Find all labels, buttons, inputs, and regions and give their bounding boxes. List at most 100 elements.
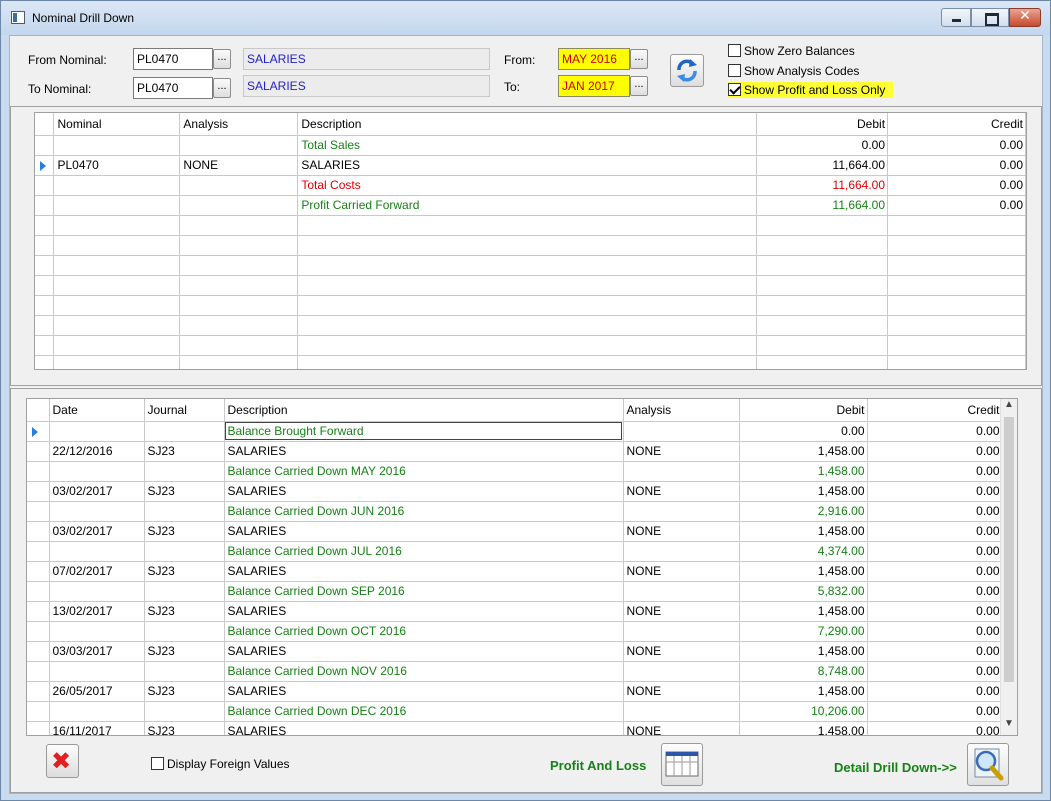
debit-cell[interactable]: 1,458.00 bbox=[739, 561, 868, 582]
column-header-debit[interactable]: Debit bbox=[739, 399, 868, 422]
description-cell[interactable]: SALARIES bbox=[224, 521, 624, 542]
summary-empty-row[interactable] bbox=[35, 355, 1026, 369]
show-pl-only-checkbox[interactable]: Show Profit and Loss Only bbox=[728, 82, 894, 99]
empty-cell[interactable] bbox=[297, 335, 758, 356]
analysis-cell[interactable]: NONE bbox=[623, 601, 740, 622]
detail-row[interactable]: Balance Carried Down OCT 2016 7,290.00 0.0… bbox=[27, 621, 1003, 642]
row-indicator[interactable] bbox=[27, 681, 50, 702]
column-header-journal[interactable]: Journal bbox=[144, 399, 225, 422]
description-cell[interactable]: SALARIES bbox=[224, 721, 624, 735]
empty-cell[interactable] bbox=[297, 215, 758, 236]
nominal-cell[interactable]: PL0470 bbox=[53, 155, 181, 176]
empty-cell[interactable] bbox=[35, 335, 55, 356]
detail-grid[interactable]: Date Journal Description Analysis Debit … bbox=[26, 398, 1018, 736]
journal-cell[interactable]: SJ23 bbox=[144, 441, 225, 462]
analysis-cell[interactable] bbox=[623, 661, 740, 682]
debit-cell[interactable]: 11,664.00 bbox=[756, 175, 889, 196]
date-cell[interactable] bbox=[49, 661, 145, 682]
row-indicator[interactable] bbox=[27, 701, 50, 722]
detail-drill-down-button[interactable] bbox=[967, 743, 1009, 786]
description-cell[interactable]: Balance Brought Forward bbox=[224, 421, 624, 442]
empty-cell[interactable] bbox=[756, 315, 889, 336]
empty-cell[interactable] bbox=[35, 235, 55, 256]
journal-cell[interactable]: SJ23 bbox=[144, 721, 225, 735]
display-foreign-values-checkbox[interactable]: Display Foreign Values bbox=[151, 757, 290, 773]
empty-cell[interactable] bbox=[179, 275, 299, 296]
detail-row[interactable]: 03/02/2017 SJ23 SALARIES NONE 1,458.00 0.00 bbox=[27, 521, 1003, 542]
description-cell[interactable]: Total Sales bbox=[297, 135, 758, 156]
profit-and-loss-label[interactable]: Profit And Loss bbox=[550, 758, 646, 773]
date-cell[interactable] bbox=[49, 621, 145, 642]
date-cell[interactable]: 03/02/2017 bbox=[49, 521, 145, 542]
credit-cell[interactable]: 0.00 bbox=[867, 661, 1003, 682]
empty-cell[interactable] bbox=[756, 255, 889, 276]
column-header-nominal[interactable]: Nominal bbox=[53, 113, 181, 136]
description-cell[interactable]: SALARIES bbox=[224, 561, 624, 582]
analysis-cell[interactable]: NONE bbox=[623, 521, 740, 542]
analysis-cell[interactable]: NONE bbox=[179, 155, 299, 176]
credit-cell[interactable]: 0.00 bbox=[867, 421, 1003, 442]
analysis-cell[interactable]: NONE bbox=[623, 561, 740, 582]
empty-cell[interactable] bbox=[53, 295, 181, 316]
empty-cell[interactable] bbox=[53, 215, 181, 236]
to-period-input[interactable]: JAN 2017 bbox=[558, 75, 630, 97]
detail-row[interactable]: Balance Carried Down MAY 2016 1,458.00 0.0… bbox=[27, 461, 1003, 482]
debit-cell[interactable]: 0.00 bbox=[739, 421, 868, 442]
empty-cell[interactable] bbox=[53, 275, 181, 296]
empty-cell[interactable] bbox=[756, 215, 889, 236]
debit-cell[interactable]: 1,458.00 bbox=[739, 461, 868, 482]
debit-cell[interactable]: 1,458.00 bbox=[739, 721, 868, 735]
description-cell[interactable]: SALARIES bbox=[297, 155, 758, 176]
empty-cell[interactable] bbox=[887, 315, 1026, 336]
credit-cell[interactable]: 0.00 bbox=[867, 601, 1003, 622]
summary-grid[interactable]: Nominal Analysis Description Debit Credi… bbox=[34, 112, 1027, 370]
summary-row[interactable]: Profit Carried Forward 11,664.00 0.00 bbox=[35, 195, 1026, 216]
credit-cell[interactable]: 0.00 bbox=[867, 681, 1003, 702]
date-cell[interactable] bbox=[49, 421, 145, 442]
empty-cell[interactable] bbox=[756, 355, 889, 369]
column-header-description[interactable]: Description bbox=[297, 113, 758, 136]
analysis-cell[interactable]: NONE bbox=[623, 681, 740, 702]
empty-cell[interactable] bbox=[179, 355, 299, 369]
analysis-cell[interactable] bbox=[179, 175, 299, 196]
summary-row[interactable]: PL0470 NONE SALARIES 11,664.00 0.00 bbox=[35, 155, 1026, 176]
empty-cell[interactable] bbox=[179, 315, 299, 336]
detail-row[interactable]: Balance Carried Down JUN 2016 2,916.00 0.0… bbox=[27, 501, 1003, 522]
show-analysis-codes-checkbox[interactable]: Show Analysis Codes bbox=[728, 64, 859, 80]
detail-row[interactable]: 03/02/2017 SJ23 SALARIES NONE 1,458.00 0.00 bbox=[27, 481, 1003, 502]
row-indicator[interactable] bbox=[27, 501, 50, 522]
summary-empty-row[interactable] bbox=[35, 295, 1026, 316]
empty-cell[interactable] bbox=[179, 255, 299, 276]
empty-cell[interactable] bbox=[35, 215, 55, 236]
analysis-cell[interactable]: NONE bbox=[623, 441, 740, 462]
debit-cell[interactable]: 5,832.00 bbox=[739, 581, 868, 602]
detail-row[interactable]: 13/02/2017 SJ23 SALARIES NONE 1,458.00 0.00 bbox=[27, 601, 1003, 622]
empty-cell[interactable] bbox=[756, 335, 889, 356]
journal-cell[interactable]: SJ23 bbox=[144, 601, 225, 622]
detail-row[interactable]: Balance Carried Down SEP 2016 5,832.00 0.0… bbox=[27, 581, 1003, 602]
nominal-cell[interactable] bbox=[53, 175, 181, 196]
detail-row[interactable]: Balance Carried Down DEC 2016 10,206.00 0.… bbox=[27, 701, 1003, 722]
debit-cell[interactable]: 2,916.00 bbox=[739, 501, 868, 522]
empty-cell[interactable] bbox=[887, 295, 1026, 316]
delete-button[interactable]: ✖ bbox=[46, 744, 79, 778]
detail-row[interactable]: Balance Brought Forward 0.00 0.00 bbox=[27, 421, 1003, 442]
analysis-cell[interactable]: NONE bbox=[623, 641, 740, 662]
analysis-cell[interactable] bbox=[179, 195, 299, 216]
empty-cell[interactable] bbox=[887, 215, 1026, 236]
empty-cell[interactable] bbox=[53, 235, 181, 256]
detail-row[interactable]: Balance Carried Down JUL 2016 4,374.00 0.0… bbox=[27, 541, 1003, 562]
description-cell[interactable]: Balance Carried Down OCT 2016 bbox=[224, 621, 624, 642]
row-indicator[interactable] bbox=[27, 721, 50, 735]
column-header-analysis[interactable]: Analysis bbox=[623, 399, 740, 422]
empty-cell[interactable] bbox=[35, 275, 55, 296]
empty-cell[interactable] bbox=[756, 275, 889, 296]
debit-cell[interactable]: 11,664.00 bbox=[756, 155, 889, 176]
credit-cell[interactable]: 0.00 bbox=[867, 561, 1003, 582]
analysis-cell[interactable] bbox=[623, 581, 740, 602]
empty-cell[interactable] bbox=[887, 355, 1026, 369]
nominal-cell[interactable] bbox=[53, 135, 181, 156]
detail-row[interactable]: 26/05/2017 SJ23 SALARIES NONE 1,458.00 0.00 bbox=[27, 681, 1003, 702]
summary-row[interactable]: Total Costs 11,664.00 0.00 bbox=[35, 175, 1026, 196]
detail-row[interactable]: Balance Carried Down NOV 2016 8,748.00 0.0… bbox=[27, 661, 1003, 682]
